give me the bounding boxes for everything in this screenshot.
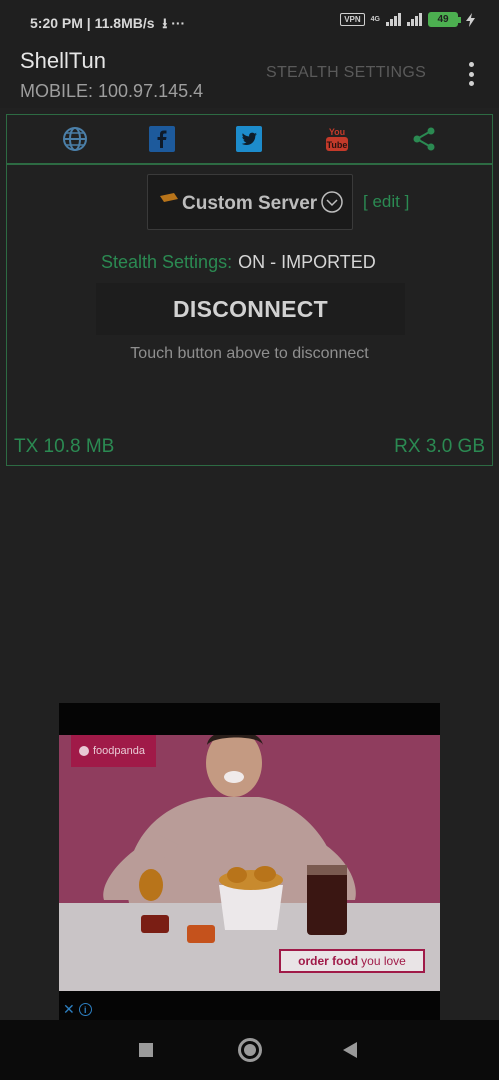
server-name: Custom Server [182, 193, 318, 214]
facebook-icon[interactable] [145, 122, 179, 156]
vpn-icon: VPN [340, 13, 365, 26]
ad-brand-badge: foodpanda [71, 735, 156, 767]
stealth-settings-button[interactable]: STEALTH SETTINGS [266, 64, 426, 82]
connection-ip-label: MOBILE: 100.97.145.4 [20, 81, 204, 101]
battery-icon: 49 [428, 12, 461, 27]
ad-tagline: order food you love [279, 949, 425, 973]
share-icon[interactable] [407, 122, 441, 156]
banner-ad[interactable]: foodpanda order food you love ✕ i [59, 703, 440, 1020]
status-bar: 5:20 PM | 11.8MB/s ⭳ ··· VPN 4G 49 [0, 0, 499, 44]
ad-info-icon[interactable]: i [78, 1003, 92, 1016]
stealth-status-value: ON - IMPORTED [238, 252, 376, 272]
svg-text:You: You [329, 127, 345, 137]
home-icon[interactable] [238, 1038, 262, 1062]
status-time-speed: 5:20 PM | 11.8MB/s ⭳ ··· [30, 13, 185, 37]
vpn-status-panel: Custom Server [ edit ] Stealth Settings:… [6, 164, 493, 466]
recents-icon[interactable] [139, 1043, 153, 1057]
edit-server-link[interactable]: [ edit ] [363, 192, 409, 212]
ad-close-icon[interactable]: ✕ [63, 1001, 75, 1018]
overflow-menu-icon[interactable] [467, 62, 475, 86]
stealth-status: Stealth Settings: ON - IMPORTED [101, 252, 376, 273]
ad-image[interactable]: foodpanda order food you love [59, 735, 440, 991]
app-bar: ShellTun MOBILE: 100.97.145.4 STEALTH SE… [0, 44, 499, 108]
server-dropdown[interactable]: Custom Server [147, 174, 353, 230]
connection-hint: Touch button above to disconnect [130, 345, 369, 362]
status-icons: VPN 4G 49 [340, 12, 475, 27]
social-links-row: You Tube [6, 114, 493, 164]
app-title: ShellTun [20, 48, 107, 73]
flag-icon [160, 193, 178, 202]
globe-icon[interactable] [58, 122, 92, 156]
svg-text:Tube: Tube [326, 140, 347, 150]
status-extra: ⭳ ··· [162, 15, 186, 31]
disconnect-button[interactable]: DISCONNECT [96, 283, 405, 335]
system-nav-bar [0, 1020, 499, 1080]
status-time: 5:20 PM | 11.8MB/s [30, 15, 155, 31]
ad-controls: ✕ i [63, 1001, 92, 1018]
back-icon[interactable] [343, 1042, 357, 1058]
network-type-label: 4G [370, 16, 380, 23]
ad-tagline-strong: order food [298, 954, 359, 968]
ad-tagline-rest: you love [361, 954, 406, 968]
youtube-icon[interactable]: You Tube [320, 122, 354, 156]
signal-icon [386, 13, 401, 26]
charging-icon [466, 12, 475, 27]
foodpanda-logo-icon [79, 746, 89, 756]
stealth-status-label: Stealth Settings: [101, 252, 233, 272]
signal-icon-2 [407, 13, 422, 26]
rx-counter: RX 3.0 GB [394, 436, 485, 457]
twitter-icon[interactable] [232, 122, 266, 156]
chevron-down-icon [321, 191, 343, 213]
ad-brand-name: foodpanda [93, 745, 145, 757]
tx-counter: TX 10.8 MB [14, 436, 115, 457]
